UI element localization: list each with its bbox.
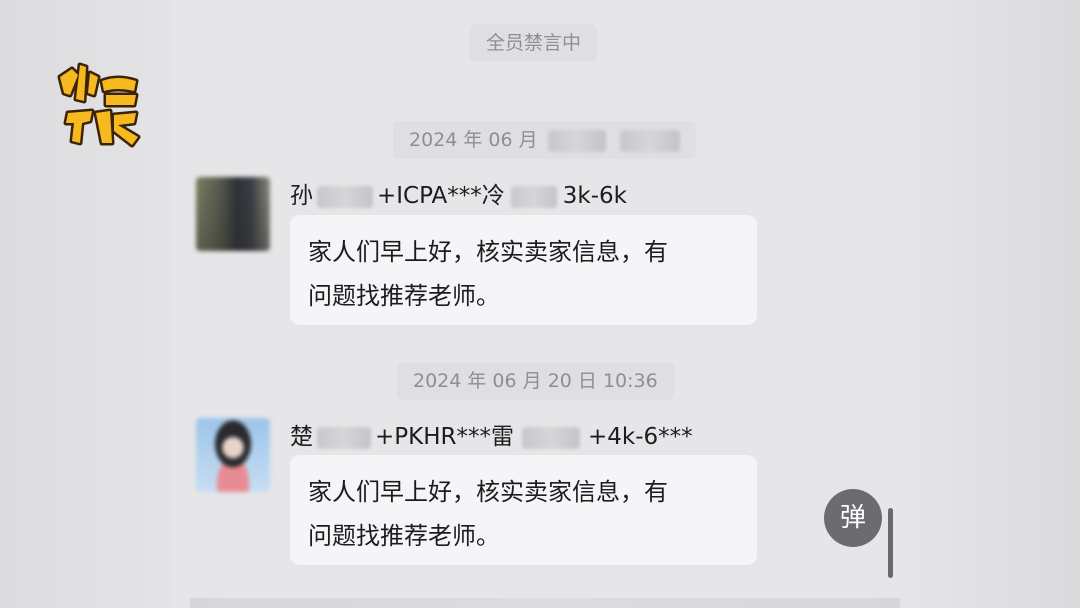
sender-suffix: +4k-6***	[588, 424, 693, 450]
redacted-block	[317, 185, 373, 208]
redacted-block	[317, 426, 371, 449]
avatar[interactable]	[196, 418, 270, 492]
sender-prefix: 孙	[290, 183, 313, 209]
sender-middle: +ICPA***冷	[377, 183, 505, 209]
sender-prefix: 楚	[290, 424, 313, 450]
message-text-line: 问题找推荐老师。	[308, 282, 500, 310]
watermark-logo	[52, 55, 144, 149]
avatar[interactable]	[196, 177, 270, 251]
sender-name-1[interactable]: 孙 +ICPA***冷 3k-6k	[290, 180, 627, 212]
timestamp-chip-1: 2024 年 06 月	[393, 121, 696, 159]
redacted-block	[522, 426, 580, 449]
redacted-block	[510, 185, 557, 208]
message-text-line: 问题找推荐老师。	[308, 522, 500, 550]
right-edge-shade	[900, 0, 1080, 608]
redacted-block	[547, 129, 606, 152]
sender-suffix: 3k-6k	[562, 183, 627, 209]
message-text-line: 家人们早上好，核实卖家信息，有	[308, 478, 668, 506]
message-text-line: 家人们早上好，核实卖家信息，有	[308, 238, 668, 266]
sender-name-2[interactable]: 楚 +PKHR***雷 +4k-6***	[290, 421, 693, 453]
redacted-block	[619, 129, 680, 152]
sender-middle: +PKHR***雷	[375, 424, 514, 450]
danmu-toggle-button[interactable]: 弹	[824, 489, 882, 547]
timestamp-text-1: 2024 年 06 月	[409, 129, 538, 151]
muted-notice: 全员禁言中	[470, 24, 598, 62]
scrollbar[interactable]	[888, 508, 893, 578]
message-bubble-2[interactable]: 家人们早上好，核实卖家信息，有 问题找推荐老师。	[290, 455, 757, 565]
message-bubble-1[interactable]: 家人们早上好，核实卖家信息，有 问题找推荐老师。	[290, 215, 757, 325]
timestamp-chip-2: 2024 年 06 月 20 日 10:36	[397, 362, 674, 400]
bottom-strip	[190, 598, 900, 608]
